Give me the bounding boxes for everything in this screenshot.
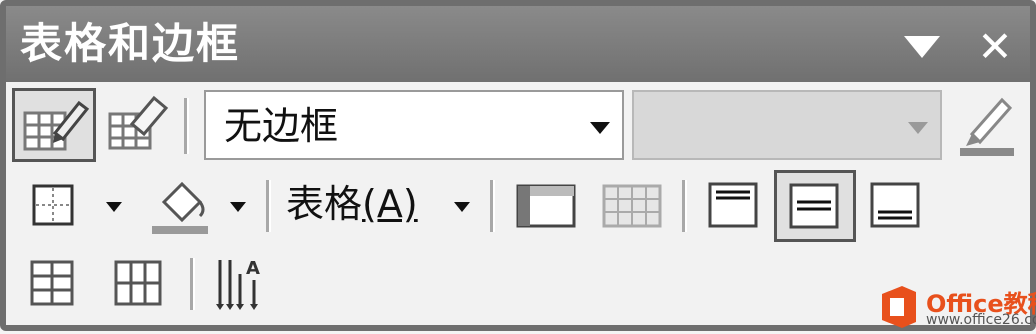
align-top-button[interactable] (698, 172, 768, 238)
table-menu-accelerator: (A) (362, 182, 418, 226)
borders-dropdown-button[interactable] (94, 172, 134, 238)
window-title: 表格和边框 (20, 19, 241, 68)
separator (266, 180, 271, 232)
borders-button[interactable] (20, 172, 90, 238)
sort-ascending-button[interactable]: A (206, 250, 276, 316)
line-style-dropdown-button[interactable] (578, 92, 622, 158)
watermark-url: www.office26.com (926, 312, 1036, 328)
eraser-button[interactable] (102, 88, 172, 162)
chevron-down-icon (590, 122, 610, 134)
office-logo-icon (882, 286, 916, 328)
line-style-value: 无边框 (224, 104, 339, 148)
chevron-down-icon (230, 202, 246, 212)
svg-text:A: A (246, 258, 260, 279)
split-cells-button[interactable] (594, 172, 670, 238)
chevron-down-icon (454, 202, 470, 212)
align-center-vertical-button[interactable] (774, 170, 856, 242)
align-top-icon (708, 182, 758, 228)
draw-table-pencil-icon (23, 100, 90, 151)
table-menu-label: 表格 (286, 182, 363, 226)
shading-dropdown-button[interactable] (218, 172, 258, 238)
table-menu-dropdown-button[interactable] (444, 172, 480, 238)
title-bar[interactable]: 表格和边框 ✕ (6, 6, 1030, 82)
toolbar-row-2: 表格(A) (6, 166, 1030, 244)
eraser-icon (108, 95, 169, 150)
site-watermark: Office教程网 www.office26.com (876, 284, 1036, 334)
chevron-down-icon (908, 122, 928, 134)
toolbar-row-1: 无边框 (6, 84, 1030, 166)
sort-ascending-icon: A (216, 258, 260, 310)
toolbar-options-button[interactable] (902, 32, 942, 62)
paint-bucket-icon (152, 181, 208, 234)
distribute-rows-icon (30, 260, 74, 306)
align-bottom-icon (870, 182, 920, 228)
triangle-down-icon (904, 36, 940, 58)
border-color-button[interactable] (952, 88, 1022, 162)
align-bottom-button[interactable] (860, 172, 930, 238)
separator (190, 258, 195, 310)
chevron-down-icon (106, 202, 122, 212)
split-cells-icon (602, 184, 662, 228)
shading-color-button[interactable] (144, 172, 216, 238)
close-button[interactable]: ✕ (972, 24, 1018, 70)
tables-and-borders-toolbar: 表格和边框 ✕ 无边框 表格(A) A Office教 www.office26… (0, 0, 1036, 331)
separator (184, 98, 189, 154)
distribute-columns-icon (114, 260, 162, 306)
draw-table-button[interactable] (12, 88, 96, 162)
pen-color-icon (960, 97, 1014, 156)
table-menu-button[interactable]: 表格(A) (286, 174, 418, 234)
merge-cells-icon (516, 184, 576, 228)
line-weight-combo[interactable] (632, 90, 942, 160)
all-borders-icon (32, 184, 74, 226)
line-weight-dropdown-button[interactable] (896, 92, 940, 158)
separator (490, 180, 495, 232)
align-center-vertical-icon (789, 183, 839, 229)
distribute-rows-button[interactable] (20, 250, 90, 316)
merge-cells-button[interactable] (508, 172, 584, 238)
separator (682, 180, 687, 232)
line-style-combo[interactable]: 无边框 (204, 90, 624, 160)
distribute-columns-button[interactable] (104, 250, 174, 316)
